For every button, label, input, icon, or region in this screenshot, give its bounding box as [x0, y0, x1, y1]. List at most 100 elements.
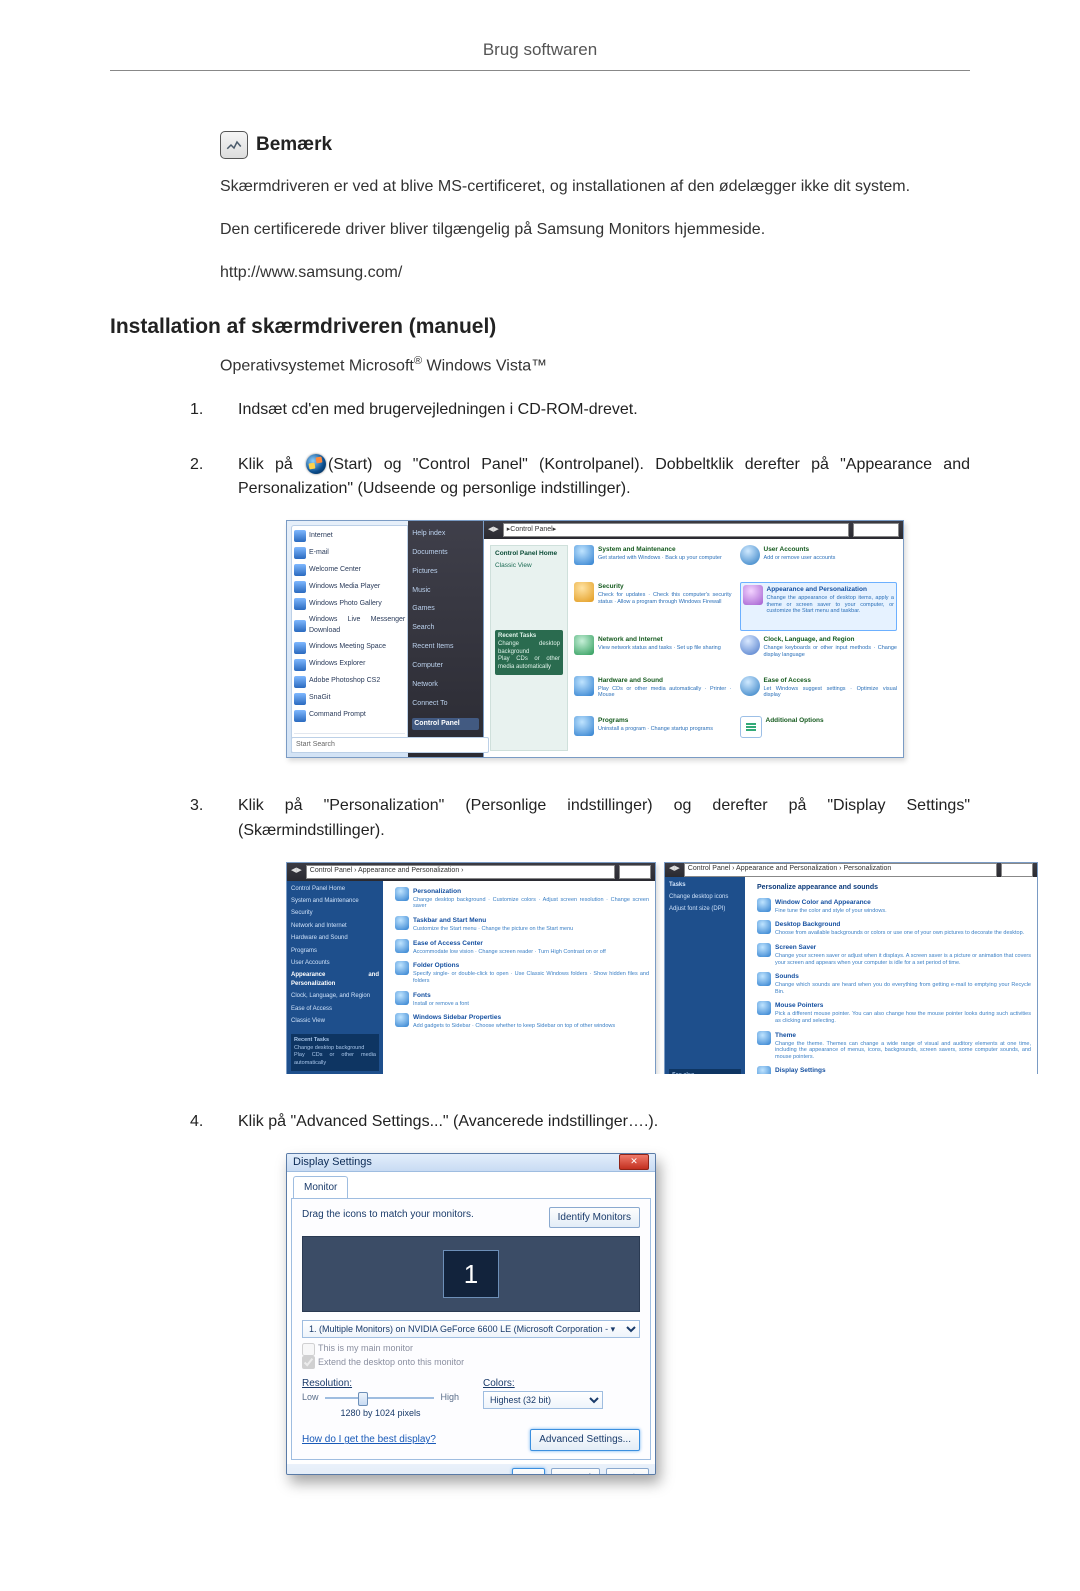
category-network[interactable]: Network and InternetView network status …: [574, 635, 732, 671]
window-chrome: ◀ ▶ Control Panel › Appearance and Perso…: [665, 863, 1037, 877]
address-bar[interactable]: ▸ Control Panel ▸: [503, 523, 849, 537]
category-clock-lang[interactable]: Clock, Language, and RegionChange keyboa…: [740, 635, 898, 671]
list-item[interactable]: Search: [412, 623, 479, 634]
list-item[interactable]: Windows Photo Gallery: [294, 598, 405, 610]
row-desktop-bg[interactable]: Desktop BackgroundChoose from available …: [757, 920, 1031, 937]
list-item[interactable]: Recent Items: [412, 642, 479, 653]
colors-group: Colors: Highest (32 bit): [483, 1376, 640, 1421]
list-item[interactable]: Adobe Photoshop CS2: [294, 676, 405, 688]
sidebar-item[interactable]: Programs: [291, 947, 379, 955]
category-hardware[interactable]: Hardware and SoundPlay CDs or other medi…: [574, 676, 732, 712]
list-item[interactable]: Help index: [412, 529, 479, 540]
apply-button[interactable]: Apply: [606, 1468, 649, 1475]
row-display-settings[interactable]: Display SettingsAdjust your monitor reso…: [757, 1066, 1031, 1073]
row-fonts[interactable]: FontsInstall or remove a font: [395, 991, 649, 1008]
category-security[interactable]: SecurityCheck for updates · Check this c…: [574, 582, 732, 631]
list-item[interactable]: Windows Meeting Space: [294, 642, 405, 654]
search-input[interactable]: [619, 865, 651, 879]
palette-icon: [395, 887, 409, 901]
sidebar-item[interactable]: Hardware and Sound: [291, 934, 379, 942]
row-folder[interactable]: Folder OptionsSpecify single- or double-…: [395, 961, 649, 984]
intro-tm: ™: [531, 358, 547, 375]
row-sounds[interactable]: SoundsChange which sounds are heard when…: [757, 972, 1031, 995]
tab-strip: Monitor: [287, 1172, 655, 1198]
row-theme[interactable]: ThemeChange the theme. Themes can change…: [757, 1031, 1031, 1061]
list-item[interactable]: Music: [412, 586, 479, 597]
address-bar[interactable]: Control Panel › Appearance and Personali…: [306, 865, 615, 879]
tab-monitor[interactable]: Monitor: [293, 1176, 348, 1199]
category-programs[interactable]: ProgramsUninstall a program · Change sta…: [574, 716, 732, 751]
list-item[interactable]: Computer: [412, 661, 479, 672]
control-panel-categories: System and MaintenanceGet started with W…: [574, 545, 897, 751]
list-item[interactable]: Change desktop background: [294, 1045, 376, 1053]
sidebar-item-classic-view[interactable]: Classic View: [495, 562, 563, 570]
row-ease[interactable]: Ease of Access CenterAccommodate low vis…: [395, 939, 649, 956]
list-item[interactable]: Windows Live Messenger Download: [294, 615, 405, 637]
category-additional[interactable]: Additional Options: [740, 716, 898, 751]
help-link[interactable]: How do I get the best display?: [302, 1432, 436, 1448]
list-item[interactable]: Change desktop background: [498, 641, 560, 657]
forward-icon[interactable]: ▶: [493, 525, 498, 536]
sidebar-item[interactable]: Change desktop icons: [669, 893, 741, 901]
list-item[interactable]: Play CDs or other media automatically: [294, 1052, 376, 1067]
sidebar-item[interactable]: Security: [291, 909, 379, 917]
list-item[interactable]: Windows Explorer: [294, 659, 405, 671]
globe-icon: [574, 635, 594, 655]
row-window-color[interactable]: Window Color and AppearanceFine tune the…: [757, 898, 1031, 915]
list-item[interactable]: Connect To: [412, 699, 479, 710]
identify-monitors-button[interactable]: Identify Monitors: [549, 1207, 640, 1229]
category-ease-of-access[interactable]: Ease of AccessLet Windows suggest settin…: [740, 676, 898, 712]
search-input[interactable]: [853, 523, 899, 537]
search-input[interactable]: [1001, 863, 1033, 877]
sidebar-item[interactable]: Adjust font size (DPI): [669, 905, 741, 913]
list-item[interactable]: Windows Media Player: [294, 581, 405, 593]
category-appearance[interactable]: Appearance and PersonalizationChange the…: [740, 582, 898, 631]
list-item[interactable]: E-mail: [294, 547, 405, 559]
advanced-settings-button[interactable]: Advanced Settings...: [530, 1429, 640, 1451]
address-bar[interactable]: Control Panel › Appearance and Personali…: [684, 863, 997, 877]
control-panel-item[interactable]: Control Panel: [412, 718, 479, 731]
cancel-button[interactable]: Cancel: [551, 1468, 600, 1475]
list-item[interactable]: Games: [412, 604, 479, 615]
step-4-text: Klik på "Advanced Settings..." (Avancere…: [238, 1113, 658, 1130]
row-mouse[interactable]: Mouse PointersPick a different mouse poi…: [757, 1001, 1031, 1024]
system-icon: [574, 545, 594, 565]
sidebar-item[interactable]: Classic View: [291, 1017, 379, 1025]
os-intro: Operativsystemet Microsoft® Windows Vist…: [220, 355, 970, 375]
sidebar-item[interactable]: User Accounts: [291, 959, 379, 967]
list-item[interactable]: Internet: [294, 530, 405, 542]
row-sidebar[interactable]: Windows Sidebar PropertiesAdd gadgets to…: [395, 1013, 649, 1030]
list-item[interactable]: Command Prompt: [294, 710, 405, 722]
dialog-body: Drag the icons to match your monitors. I…: [291, 1198, 651, 1460]
list-item[interactable]: Pictures: [412, 567, 479, 578]
sidebar-item[interactable]: System and Maintenance: [291, 897, 379, 905]
list-item[interactable]: Play CDs or other media automatically: [498, 656, 560, 672]
sidebar-item[interactable]: Network and Internet: [291, 922, 379, 930]
list-item[interactable]: Documents: [412, 548, 479, 559]
resolution-slider[interactable]: Low High: [302, 1391, 459, 1405]
ok-button[interactable]: OK: [512, 1468, 544, 1475]
sidebar-item[interactable]: Clock, Language, and Region: [291, 992, 379, 1000]
list-item[interactable]: Network: [412, 680, 479, 691]
monitor-select[interactable]: 1. (Multiple Monitors) on NVIDIA GeForce…: [302, 1320, 640, 1338]
close-icon[interactable]: ✕: [619, 1154, 649, 1170]
list-item[interactable]: SnaGit: [294, 693, 405, 705]
forward-icon[interactable]: ▶: [296, 866, 301, 877]
monitor-preview[interactable]: 1: [302, 1236, 640, 1312]
sidebar-item[interactable]: Ease of Access: [291, 1005, 379, 1013]
start-search[interactable]: Start Search: [291, 737, 489, 753]
row-taskbar[interactable]: Taskbar and Start MenuCustomize the Star…: [395, 916, 649, 933]
sidebar-item[interactable]: Control Panel Home: [291, 885, 379, 893]
monitor-1[interactable]: 1: [443, 1250, 499, 1298]
list-item[interactable]: Welcome Center: [294, 564, 405, 576]
row-personalization[interactable]: PersonalizationChange desktop background…: [395, 887, 649, 910]
colors-select[interactable]: Highest (32 bit): [483, 1391, 603, 1409]
chk-main-monitor: This is my main monitor: [302, 1342, 640, 1356]
sidebar-item-appearance[interactable]: Appearance and Personalization: [291, 971, 379, 988]
row-screen-saver[interactable]: Screen SaverChange your screen saver or …: [757, 943, 1031, 966]
category-system[interactable]: System and MaintenanceGet started with W…: [574, 545, 732, 578]
forward-icon[interactable]: ▶: [674, 864, 679, 875]
category-user-accounts[interactable]: User AccountsAdd or remove user accounts: [740, 545, 898, 578]
mail-icon: [294, 547, 306, 559]
list-item[interactable]: Help and Support: [412, 757, 479, 758]
